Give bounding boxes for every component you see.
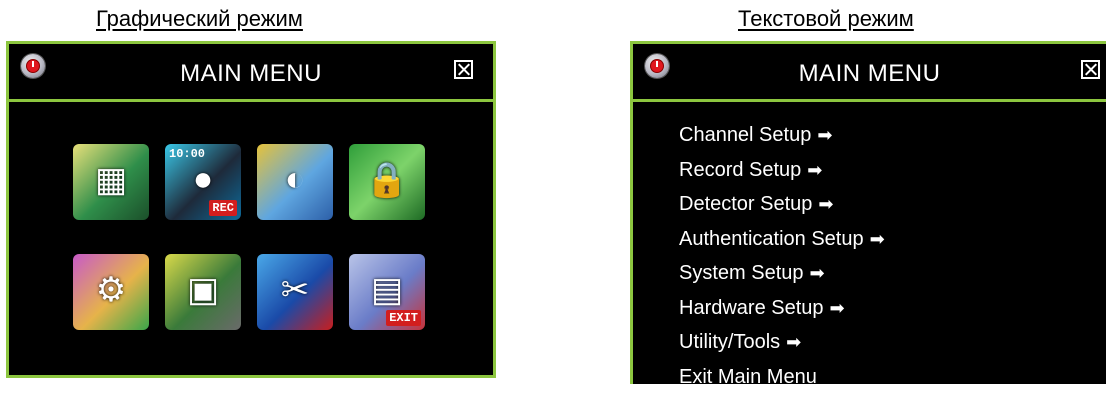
arrow-right-icon: ➡ (830, 291, 845, 326)
arrow-right-icon: ➡ (870, 222, 885, 257)
icon-glyph: ▣ (165, 270, 241, 310)
icon-glyph: ⚙ (73, 270, 149, 310)
menu-item[interactable]: Exit Main Menu (679, 360, 885, 394)
menu-item[interactable]: Authentication Setup ➡ (679, 222, 885, 257)
exit-main-menu-icon[interactable]: ▤EXIT (349, 254, 425, 330)
utility-tools-icon[interactable]: ✂ (257, 254, 333, 330)
authentication-setup-icon[interactable]: 🔒 (349, 144, 425, 220)
icon-clock-label: 10:00 (169, 147, 205, 161)
graphic-mode-caption: Графический режим (96, 6, 376, 32)
menu-item[interactable]: Hardware Setup ➡ (679, 291, 885, 326)
detector-setup-icon[interactable]: ◐ (257, 144, 333, 220)
icon-glyph: ◐ (257, 160, 333, 199)
icon-tag-label: EXIT (386, 310, 421, 326)
menu-item-label: Channel Setup (679, 124, 811, 146)
menu-title: MAIN MENU (633, 60, 1106, 88)
close-icon[interactable] (454, 60, 473, 79)
arrow-right-icon: ➡ (817, 118, 832, 153)
icon-glyph: ● (165, 160, 241, 199)
icon-glyph: 🔒 (349, 160, 425, 200)
icon-tag-label: REC (209, 200, 237, 216)
title-bar: MAIN MENU (633, 44, 1106, 102)
icon-glyph: ▤ (349, 270, 425, 310)
menu-item-label: System Setup (679, 262, 804, 284)
menu-icon-grid: ▦ ●10:00 REC ◐ 🔒 ⚙ ▣ ✂ ▤EXIT (73, 144, 433, 334)
menu-item-label: Authentication Setup (679, 228, 864, 250)
arrow-right-icon: ➡ (786, 325, 801, 360)
text-mode-caption: Текстовой режим (738, 6, 978, 32)
menu-item-label: Hardware Setup (679, 297, 824, 319)
menu-item[interactable]: Channel Setup ➡ (679, 118, 885, 153)
menu-item-label: Exit Main Menu (679, 366, 817, 388)
arrow-right-icon: ➡ (807, 153, 822, 188)
hardware-setup-icon[interactable]: ▣ (165, 254, 241, 330)
icon-glyph: ✂ (257, 270, 333, 310)
text-menu-list: Channel Setup➡Record Setup➡Detector Setu… (679, 118, 885, 394)
menu-item-label: Detector Setup (679, 193, 812, 215)
icon-glyph: ▦ (73, 160, 149, 200)
menu-item[interactable]: Utility/Tools ➡ (679, 325, 885, 360)
graphic-main-menu-panel: MAIN MENU ▦ ●10:00 REC ◐ 🔒 ⚙ ▣ ✂ ▤EXIT (6, 41, 496, 378)
text-main-menu-panel: MAIN MENU Channel Setup➡Record Setup➡Det… (630, 41, 1106, 384)
record-setup-icon[interactable]: ●10:00 REC (165, 144, 241, 220)
menu-item[interactable]: System Setup ➡ (679, 256, 885, 291)
arrow-right-icon: ➡ (810, 256, 825, 291)
menu-title: MAIN MENU (9, 60, 493, 88)
menu-item[interactable]: Detector Setup ➡ (679, 187, 885, 222)
arrow-right-icon: ➡ (818, 187, 833, 222)
channel-setup-icon[interactable]: ▦ (73, 144, 149, 220)
close-icon[interactable] (1081, 60, 1100, 79)
menu-item-label: Record Setup (679, 159, 801, 181)
menu-item-label: Utility/Tools (679, 331, 780, 353)
system-setup-icon[interactable]: ⚙ (73, 254, 149, 330)
menu-item[interactable]: Record Setup ➡ (679, 153, 885, 188)
title-bar: MAIN MENU (9, 44, 493, 102)
